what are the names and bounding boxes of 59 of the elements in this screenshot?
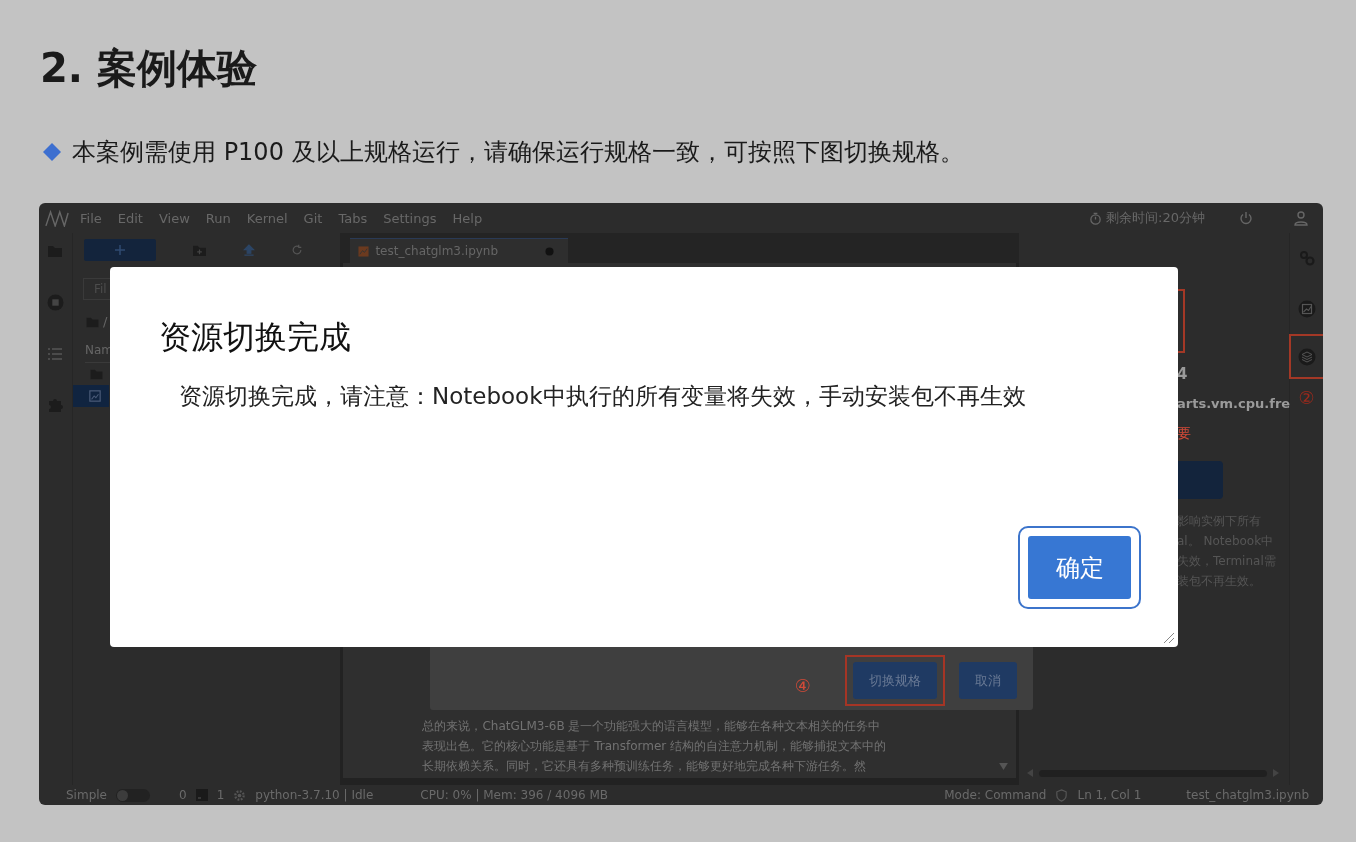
- confirm-button[interactable]: 确定: [1028, 536, 1131, 599]
- logo-icon: [45, 209, 69, 227]
- terminal-icon: [195, 789, 208, 801]
- menu-item[interactable]: File: [80, 210, 102, 226]
- notebook-text-line: 长期依赖关系。同时，它还具有多种预训练任务，能够更好地完成各种下游任务。然: [422, 758, 868, 775]
- shield-icon: [1055, 788, 1069, 802]
- dialog-button[interactable]: 取消: [959, 662, 1017, 699]
- instruction-text: 本案例需使用 P100 及以上规格运行，请确保运行规格一致，可按照下图切换规格。: [72, 137, 964, 168]
- new-folder-icon[interactable]: [191, 243, 207, 257]
- menu-item[interactable]: Settings: [383, 210, 437, 226]
- kernel-status: python-3.7.10 | Idle: [255, 788, 374, 802]
- menu-item[interactable]: Help: [452, 210, 483, 226]
- step-marker: ④: [794, 675, 811, 696]
- resize-grip-icon[interactable]: [1163, 632, 1175, 644]
- list-icon[interactable]: [47, 347, 64, 361]
- menu-item[interactable]: View: [158, 210, 190, 226]
- notebook-tab[interactable]: test_chatglm3.ipynb: [350, 238, 569, 263]
- fee-note: 要: [1177, 425, 1192, 443]
- upload-icon[interactable]: [242, 243, 255, 257]
- kernel-count: 1: [216, 788, 225, 802]
- layers-icon[interactable]: [1297, 347, 1316, 366]
- section-heading: 2. 案例体验: [40, 44, 258, 93]
- menu-item[interactable]: Run: [205, 210, 231, 226]
- editor-mode: Mode: Command: [944, 788, 1047, 802]
- stop-circle-icon[interactable]: [46, 294, 64, 311]
- chart-circle-icon[interactable]: [1297, 300, 1316, 318]
- notebook-icon: [88, 390, 101, 402]
- resource-usage: CPU: 0% | Mem: 396 / 4096 MB: [420, 788, 609, 802]
- diamond-bullet-icon: [42, 142, 62, 162]
- refresh-icon[interactable]: [290, 244, 303, 256]
- menu-item[interactable]: Kernel: [246, 210, 288, 226]
- scroll-left-icon[interactable]: [1027, 769, 1033, 777]
- menu-item[interactable]: Edit: [117, 210, 143, 226]
- gear-icon: [233, 788, 247, 802]
- remaining-time: 剩余时间:20分钟: [1106, 209, 1205, 227]
- unsaved-dot-icon: [545, 246, 555, 256]
- terminal-count: 0: [179, 788, 187, 802]
- new-launcher-button[interactable]: [83, 239, 156, 261]
- file-name: test_chatglm3.ipynb: [1186, 788, 1309, 802]
- dialog-button[interactable]: 切换规格: [853, 662, 937, 699]
- power-icon[interactable]: [1239, 211, 1253, 225]
- modal-title: 资源切换完成: [159, 317, 352, 358]
- simple-mode-toggle[interactable]: [116, 788, 150, 802]
- scroll-down-icon[interactable]: [999, 763, 1008, 770]
- breadcrumb-path[interactable]: /: [102, 314, 108, 329]
- scroll-right-icon[interactable]: [1273, 769, 1279, 777]
- cursor-position: Ln 1, Col 1: [1077, 788, 1142, 802]
- modal-message: 资源切换完成，请注意：Notebook中执行的所有变量将失效，手动安装包不再生效: [179, 382, 1026, 411]
- menu-item[interactable]: Tabs: [338, 210, 368, 226]
- user-icon[interactable]: [1293, 210, 1309, 226]
- mode-label: Simple: [66, 788, 107, 802]
- file-row[interactable]: [72, 385, 109, 407]
- spec-value: 4: [1177, 365, 1189, 383]
- menu-item[interactable]: Git: [303, 210, 323, 226]
- stopwatch-icon: [1089, 211, 1103, 225]
- step-marker: ②: [1298, 387, 1315, 408]
- plus-icon: [114, 245, 125, 255]
- notebook-icon: [358, 245, 370, 257]
- flavor-name: arts.vm.cpu.fre: [1177, 396, 1289, 411]
